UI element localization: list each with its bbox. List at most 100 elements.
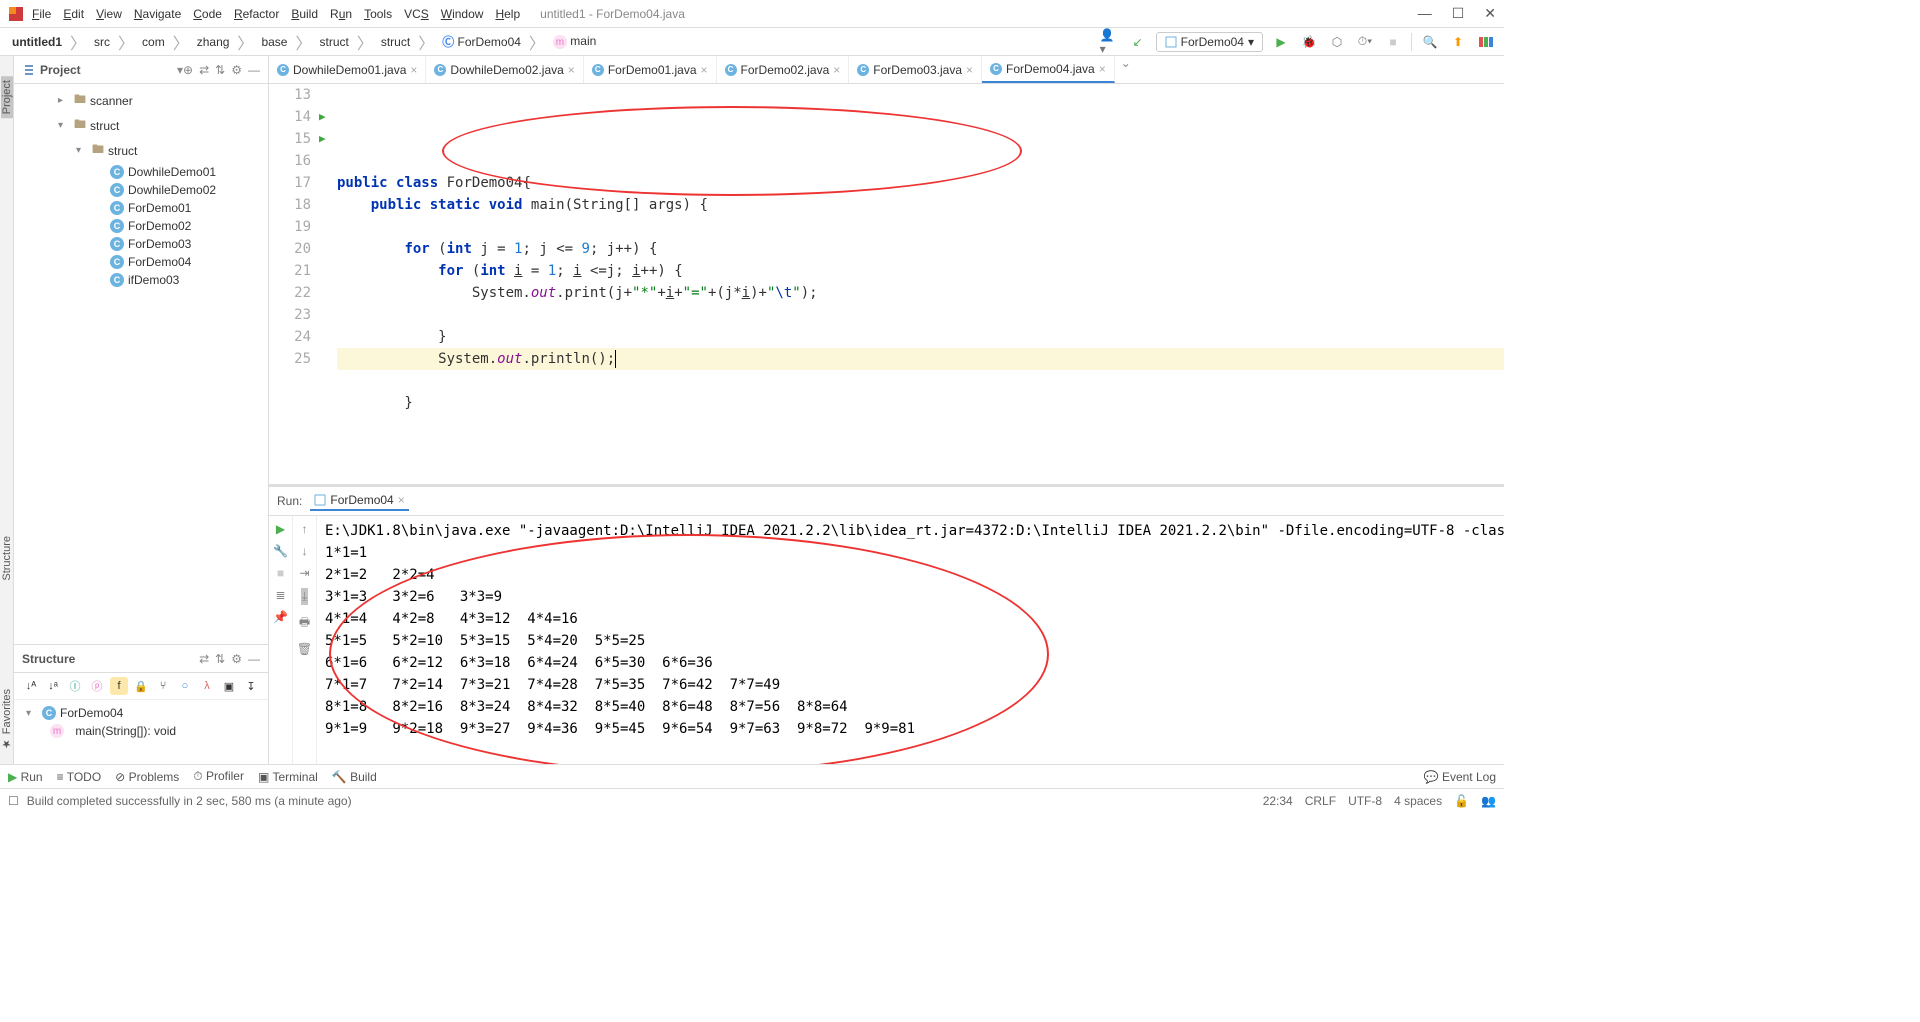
down-icon[interactable]: ↓ xyxy=(302,544,308,558)
menu-edit[interactable]: Edit xyxy=(63,7,84,21)
structure-class[interactable]: ▾C ForDemo04 xyxy=(22,704,260,722)
coverage-button[interactable]: ⬡ xyxy=(1327,32,1347,52)
bottom-terminal[interactable]: ▣ Terminal xyxy=(258,770,318,784)
menu-help[interactable]: Help xyxy=(495,7,520,21)
tree-item[interactable]: C ifDemo03 xyxy=(22,271,260,289)
wrench-icon[interactable]: 🔧 xyxy=(273,544,288,558)
collapse-icon[interactable]: ⇅ xyxy=(215,63,225,77)
menu-tools[interactable]: Tools xyxy=(364,7,392,21)
user-icon[interactable]: 👤▾ xyxy=(1100,32,1120,52)
breadcrumb-item[interactable]: struct xyxy=(377,33,414,51)
tree-item[interactable]: ▾🖿 struct xyxy=(22,113,260,138)
run-config-selector[interactable]: ForDemo04 ▾ xyxy=(1156,32,1263,52)
tree-item[interactable]: C ForDemo04 xyxy=(22,253,260,271)
hide-icon[interactable]: — xyxy=(248,652,260,666)
filter-p-icon[interactable]: ⓟ xyxy=(88,677,106,695)
menu-navigate[interactable]: Navigate xyxy=(134,7,181,21)
hide-icon[interactable]: — xyxy=(248,63,260,77)
softwrap-icon[interactable]: ⇥ xyxy=(299,566,309,580)
clear-icon[interactable]: 🗑 xyxy=(297,642,312,656)
bottom-run[interactable]: ▶ Run xyxy=(8,770,43,784)
menu-file[interactable]: File xyxy=(32,7,51,21)
rerun-button[interactable]: ▶ xyxy=(276,522,285,536)
sort-alpha-icon[interactable]: ↓ᴬ xyxy=(22,677,40,695)
update-button[interactable]: ⬆ xyxy=(1448,32,1468,52)
menu-build[interactable]: Build xyxy=(291,7,318,21)
editor-tab[interactable]: CForDemo03.java× xyxy=(849,56,982,83)
bottom-profiler[interactable]: ⏱ Profiler xyxy=(193,769,244,784)
status-indent[interactable]: 4 spaces xyxy=(1394,794,1442,808)
tree-item[interactable]: C ForDemo03 xyxy=(22,235,260,253)
stop-button[interactable]: ■ xyxy=(277,566,284,580)
minimize-button[interactable]: — xyxy=(1418,5,1432,22)
editor-tab[interactable]: CForDemo04.java× xyxy=(982,56,1115,83)
sort-visibility-icon[interactable]: ↓ᵃ xyxy=(44,677,62,695)
debug-button[interactable]: 🐞 xyxy=(1299,32,1319,52)
pin-icon[interactable]: 📌 xyxy=(273,610,288,624)
bottom-problems[interactable]: ⊘ Problems xyxy=(115,770,179,784)
search-button[interactable]: 🔍 xyxy=(1420,32,1440,52)
breadcrumb-item[interactable]: m main xyxy=(549,32,600,52)
breadcrumb-item[interactable]: zhang xyxy=(193,33,234,51)
menu-view[interactable]: View xyxy=(96,7,122,21)
structure-method[interactable]: m main(String[]): void xyxy=(22,722,260,740)
tree-item[interactable]: ▸🖿 scanner xyxy=(22,88,260,113)
menu-code[interactable]: Code xyxy=(193,7,222,21)
editor-tab[interactable]: CForDemo01.java× xyxy=(584,56,717,83)
console-output[interactable]: E:\JDK1.8\bin\java.exe "-javaagent:D:\In… xyxy=(317,516,1504,764)
autoscroll-icon[interactable]: ▣ xyxy=(220,677,238,695)
settings-icon[interactable]: ⚙ xyxy=(231,652,242,666)
project-tree[interactable]: ▸🖿 scanner▾🖿 struct▾🖿 structC DowhileDem… xyxy=(14,84,268,644)
status-caret-pos[interactable]: 22:34 xyxy=(1263,794,1293,808)
expand-icon[interactable]: ⇄ xyxy=(199,63,209,77)
run-tab[interactable]: ForDemo04 × xyxy=(310,491,408,511)
tree-item[interactable]: C ForDemo02 xyxy=(22,217,260,235)
run-button[interactable]: ▶ xyxy=(1271,32,1291,52)
tree-item[interactable]: C ForDemo01 xyxy=(22,199,260,217)
stop-button[interactable]: ■ xyxy=(1383,32,1403,52)
tree-item[interactable]: C DowhileDemo02 xyxy=(22,181,260,199)
breadcrumb-item[interactable]: src xyxy=(90,33,114,51)
menu-vcs[interactable]: VCS xyxy=(404,7,429,21)
up-icon[interactable]: ↑ xyxy=(302,522,308,536)
menu-run[interactable]: Run xyxy=(330,7,352,21)
filter-lock-icon[interactable]: 🔒 xyxy=(132,677,150,695)
filter-i-icon[interactable]: Ⓘ xyxy=(66,677,84,695)
breadcrumb-item[interactable]: Ⓒ ForDemo04 xyxy=(438,31,525,52)
bottom-eventlog[interactable]: 💬 Event Log xyxy=(1424,770,1496,784)
locate-icon[interactable]: ⊕ xyxy=(183,63,193,77)
ide-errors-button[interactable] xyxy=(1476,32,1496,52)
breadcrumb-item[interactable]: com xyxy=(138,33,169,51)
profiler-button[interactable]: ⏱▾ xyxy=(1355,32,1375,52)
status-lock-icon[interactable]: 🔓 xyxy=(1454,794,1469,808)
collapse-icon[interactable]: ⇅ xyxy=(215,652,225,666)
editor-tab[interactable]: CDowhileDemo02.java× xyxy=(426,56,583,83)
status-sync-icon[interactable]: 👥 xyxy=(1481,794,1496,808)
settings-icon[interactable]: ⚙ xyxy=(231,63,242,77)
bottom-todo[interactable]: ≡ TODO xyxy=(57,770,102,784)
breadcrumb-item[interactable]: struct xyxy=(315,33,352,51)
tool-project[interactable]: Project xyxy=(1,76,13,118)
breadcrumb-item[interactable]: untitled1 xyxy=(8,33,66,51)
editor-tab[interactable]: CDowhileDemo01.java× xyxy=(269,56,426,83)
code-editor[interactable]: ✔ 13141516171819202122232425 ▶▶ public c… xyxy=(269,84,1504,484)
expand-icon[interactable]: ⇄ xyxy=(199,652,209,666)
tree-item[interactable]: ▾🖿 struct xyxy=(22,138,260,163)
menu-refactor[interactable]: Refactor xyxy=(234,7,279,21)
tool-structure[interactable]: Structure xyxy=(1,532,13,585)
autoscroll2-icon[interactable]: ↧ xyxy=(242,677,260,695)
bottom-build[interactable]: 🔨 Build xyxy=(332,770,377,784)
filter-f-icon[interactable]: f xyxy=(110,677,128,695)
close-button[interactable]: ✕ xyxy=(1484,5,1496,22)
editor-tab[interactable]: CForDemo02.java× xyxy=(717,56,850,83)
tree-item[interactable]: C DowhileDemo01 xyxy=(22,163,260,181)
tabs-dropdown[interactable]: ⌄ xyxy=(1115,56,1137,83)
scroll-icon[interactable]: ⤓ xyxy=(301,588,308,605)
tool-favorites[interactable]: ★ Favorites xyxy=(0,685,13,754)
status-line-sep[interactable]: CRLF xyxy=(1305,794,1336,808)
filter-lambda-icon[interactable]: λ xyxy=(198,677,216,695)
print-icon[interactable]: 🖶 xyxy=(299,613,310,634)
maximize-button[interactable]: ☐ xyxy=(1452,5,1465,22)
breadcrumb-item[interactable]: base xyxy=(257,33,291,51)
status-encoding[interactable]: UTF-8 xyxy=(1348,794,1382,808)
